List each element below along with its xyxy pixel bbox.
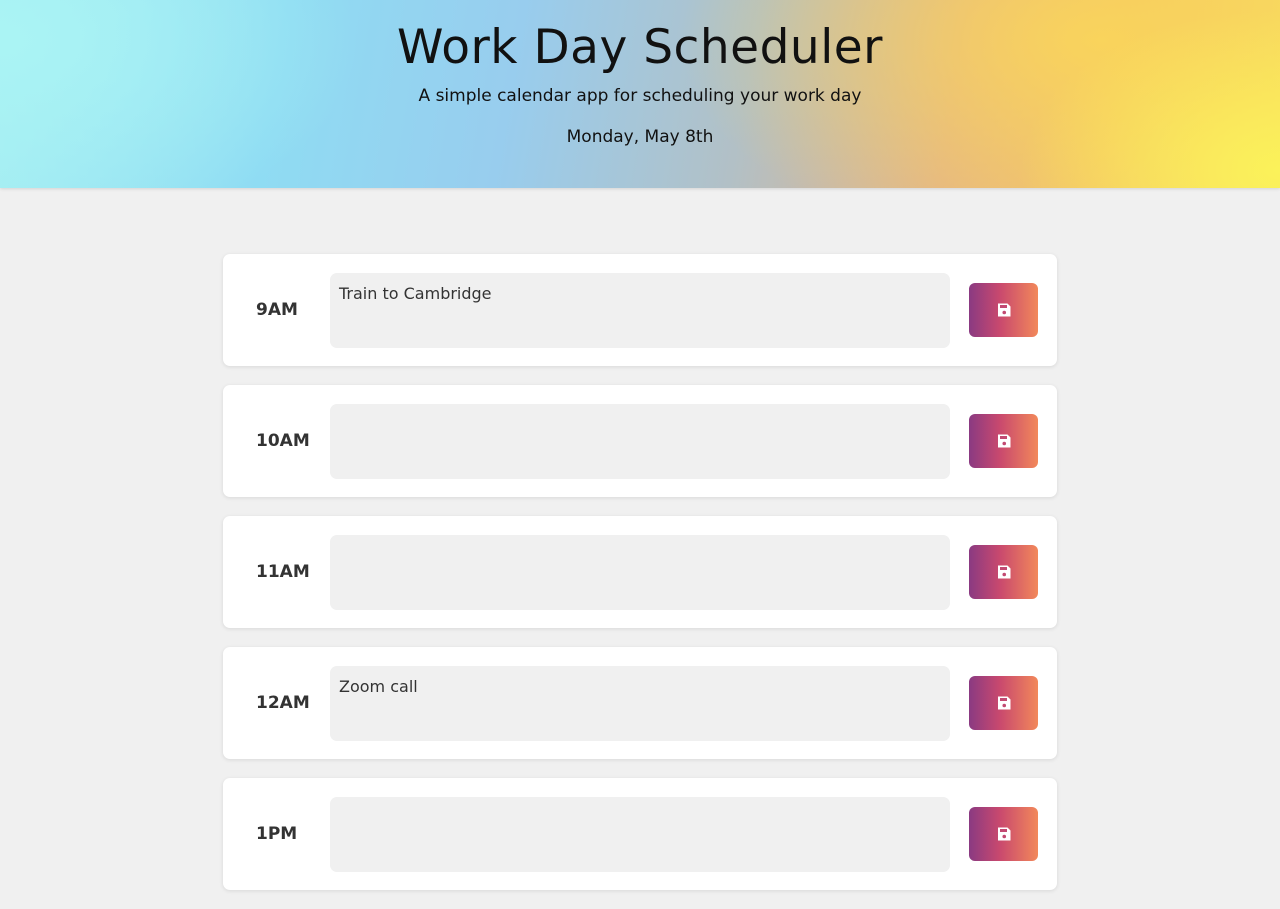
save-button[interactable]: [969, 414, 1038, 468]
hour-label: 9AM: [256, 300, 298, 320]
task-input[interactable]: [330, 404, 950, 479]
floppy-disk-icon: [997, 696, 1010, 710]
save-button[interactable]: [969, 676, 1038, 730]
hour-label: 10AM: [256, 431, 310, 451]
time-block-row: 10AM: [223, 385, 1057, 497]
time-block-row: 12AM Zoom call: [223, 647, 1057, 759]
page-header: Work Day Scheduler A simple calendar app…: [0, 0, 1280, 188]
schedule-list: 9AM Train to Cambridge 10AM 11AM 12AM Zo…: [223, 254, 1057, 909]
save-button[interactable]: [969, 807, 1038, 861]
floppy-disk-icon: [997, 434, 1010, 448]
floppy-disk-icon: [997, 303, 1010, 317]
time-block-row: 11AM: [223, 516, 1057, 628]
hour-label: 1PM: [256, 824, 298, 844]
task-input[interactable]: [330, 797, 950, 872]
task-input[interactable]: [330, 535, 950, 610]
time-block-row: 1PM: [223, 778, 1057, 890]
hour-label: 11AM: [256, 562, 310, 582]
floppy-disk-icon: [997, 565, 1010, 579]
page-subtitle: A simple calendar app for scheduling you…: [418, 86, 862, 106]
task-input[interactable]: Zoom call: [330, 666, 950, 741]
task-input[interactable]: Train to Cambridge: [330, 273, 950, 348]
floppy-disk-icon: [997, 827, 1010, 841]
time-block-row: 9AM Train to Cambridge: [223, 254, 1057, 366]
hour-label: 12AM: [256, 693, 310, 713]
page-title: Work Day Scheduler: [397, 20, 883, 75]
save-button[interactable]: [969, 283, 1038, 337]
save-button[interactable]: [969, 545, 1038, 599]
current-date: Monday, May 8th: [566, 127, 714, 147]
